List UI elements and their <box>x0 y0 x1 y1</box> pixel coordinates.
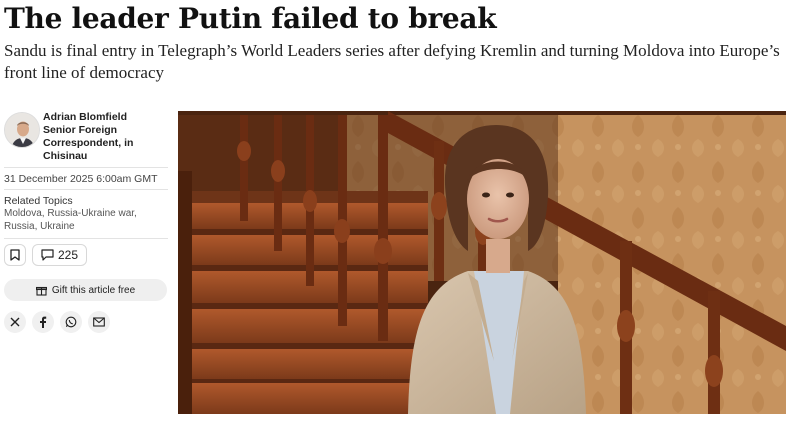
author-avatar[interactable] <box>4 112 40 148</box>
gift-icon <box>35 286 47 296</box>
author-details: Adrian Blomfield Senior Foreign Correspo… <box>43 111 163 163</box>
email-icon <box>93 317 105 327</box>
x-icon <box>10 317 20 327</box>
share-buttons <box>4 311 110 333</box>
author-role-line1: Senior Foreign <box>43 124 118 136</box>
comment-icon <box>41 249 54 261</box>
share-facebook-button[interactable] <box>32 311 54 333</box>
bookmark-icon <box>10 249 20 261</box>
publish-date: 31 December 2025 6:00am GMT <box>4 173 158 185</box>
bookmark-button[interactable] <box>4 244 26 266</box>
related-topics-list[interactable]: Moldova, Russia-Ukraine war, Russia, Ukr… <box>4 208 164 233</box>
author-location: Chisinau <box>43 150 88 162</box>
share-x-button[interactable] <box>4 311 26 333</box>
article-standfirst: Sandu is final entry in Telegraph’s Worl… <box>4 41 780 82</box>
divider <box>4 189 168 190</box>
author-role-line2: Correspondent, in <box>43 137 134 149</box>
article-headline: The leader Putin failed to break <box>4 2 497 35</box>
author-name[interactable]: Adrian Blomfield <box>43 111 163 124</box>
divider <box>4 167 168 168</box>
divider <box>4 238 168 239</box>
related-topics-heading: Related Topics <box>4 195 73 207</box>
share-email-button[interactable] <box>88 311 110 333</box>
article-sidebar: Adrian Blomfield Senior Foreign Correspo… <box>0 110 170 333</box>
article-lead-image <box>178 111 786 414</box>
facebook-icon <box>40 316 47 328</box>
gift-article-label: Gift this article free <box>51 284 136 296</box>
gift-article-button[interactable]: Gift this article free <box>4 279 167 301</box>
author-block[interactable]: Adrian Blomfield Senior Foreign Correspo… <box>0 110 170 170</box>
share-whatsapp-button[interactable] <box>60 311 82 333</box>
comment-count: 225 <box>58 248 79 262</box>
whatsapp-icon <box>65 316 77 328</box>
comments-button[interactable]: 225 <box>32 244 88 266</box>
